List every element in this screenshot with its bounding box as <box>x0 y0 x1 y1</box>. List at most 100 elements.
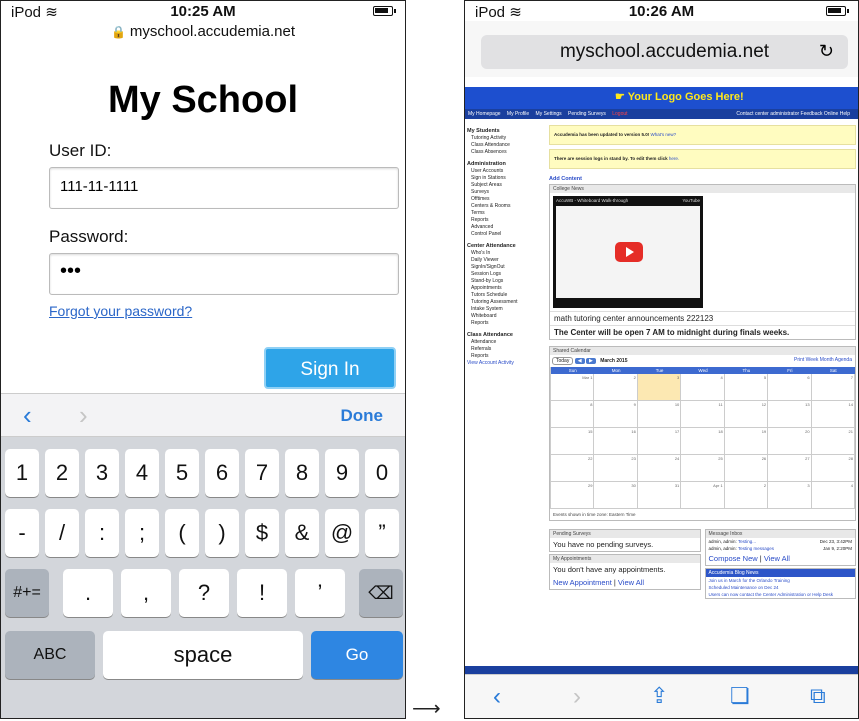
calendar-day[interactable]: 26 <box>724 455 769 482</box>
video-player[interactable]: AccuWB - Whiteboard Walk-through YouTube <box>553 196 703 308</box>
nav-my-settings[interactable]: My Settings <box>536 111 562 117</box>
calendar-day[interactable]: 28 <box>811 455 855 482</box>
sidebar-item[interactable]: Class Attendance <box>467 142 547 149</box>
calendar-day[interactable]: 4 <box>681 374 725 401</box>
sidebar-item[interactable]: Reports <box>467 217 547 224</box>
calendar-day[interactable]: 31 <box>637 482 682 509</box>
sidebar-item[interactable]: SignIn/SignOut <box>467 264 547 271</box>
address-bar[interactable]: 🔒 myschool.accudemia.net <box>1 21 405 45</box>
key-punct-1[interactable]: , <box>121 569 171 617</box>
key-sym-1[interactable]: / <box>45 509 79 557</box>
view-all-appointments-link[interactable]: View All <box>618 578 644 587</box>
message-row[interactable]: admin, admin: Testing... Dec 23, 3:42PM <box>706 538 856 545</box>
calendar-day[interactable]: 4 <box>811 482 855 509</box>
sidebar-item[interactable]: Referrals <box>467 346 547 353</box>
add-content-link[interactable]: Add Content <box>549 176 856 182</box>
nav-pending-surveys[interactable]: Pending Surveys <box>568 111 606 117</box>
key-sym-7[interactable]: & <box>285 509 319 557</box>
message-row[interactable]: admin, admin: Testing messages Jan 9, 2:… <box>706 545 856 552</box>
key-sym-2[interactable]: : <box>85 509 119 557</box>
calendar-day[interactable]: 17 <box>637 428 682 455</box>
logout-link[interactable]: Logout <box>612 111 627 117</box>
calendar-day[interactable]: 7 <box>811 374 855 401</box>
calendar-day[interactable]: 6 <box>768 374 812 401</box>
calendar-day[interactable]: 2 <box>724 482 769 509</box>
key-sym-5[interactable]: ) <box>205 509 239 557</box>
view-account-activity-link[interactable]: View Account Activity <box>467 360 514 366</box>
key-space[interactable]: space <box>103 631 303 679</box>
calendar-day[interactable]: 20 <box>768 428 812 455</box>
chevron-left-icon[interactable]: ‹ <box>23 400 32 431</box>
sidebar-item[interactable]: Appointments <box>467 285 547 292</box>
calendar-day[interactable]: 5 <box>724 374 769 401</box>
sidebar-item[interactable]: Offtimes <box>467 196 547 203</box>
sidebar-item[interactable]: Tutoring Activity <box>467 135 547 142</box>
key-5[interactable]: 6 <box>205 449 239 497</box>
key-0[interactable]: 1 <box>5 449 39 497</box>
sidebar-item[interactable]: Control Panel <box>467 231 547 238</box>
blog-item[interactable]: Join us in March for the Orlando Trainin… <box>706 577 856 584</box>
sidebar-item[interactable]: Sign in Stations <box>467 175 547 182</box>
calendar-day[interactable]: 25 <box>681 455 725 482</box>
key-go[interactable]: Go <box>311 631 403 679</box>
nav-my-homepage[interactable]: My Homepage <box>468 111 501 117</box>
sidebar-item[interactable]: Surveys <box>467 189 547 196</box>
sidebar-item[interactable]: Centers & Rooms <box>467 203 547 210</box>
calendar-day[interactable]: 15 <box>551 428 595 455</box>
today-button[interactable]: Today <box>552 357 574 365</box>
new-appointment-link[interactable]: New Appointment <box>553 578 612 587</box>
compose-new-link[interactable]: Compose New <box>709 554 758 563</box>
view-all-messages-link[interactable]: View All <box>764 554 790 563</box>
reload-icon[interactable]: ↻ <box>819 41 834 62</box>
calendar-day[interactable]: 8 <box>551 401 595 428</box>
calendar-day[interactable]: 24 <box>637 455 682 482</box>
sidebar-item[interactable]: Attendance <box>467 339 547 346</box>
play-icon[interactable] <box>615 242 643 262</box>
key-6[interactable]: 7 <box>245 449 279 497</box>
key-sym-9[interactable]: ” <box>365 509 399 557</box>
key-9[interactable]: 0 <box>365 449 399 497</box>
user-id-input[interactable]: 111-11-1111 <box>49 167 399 209</box>
key-8[interactable]: 9 <box>325 449 359 497</box>
whats-new-link[interactable]: What's new? <box>651 132 677 137</box>
key-7[interactable]: 8 <box>285 449 319 497</box>
calendar-day[interactable]: 22 <box>551 455 595 482</box>
key-punct-4[interactable]: ’ <box>295 569 345 617</box>
calendar-view-links[interactable]: Print Week Month Agenda <box>794 357 852 363</box>
sidebar-item[interactable]: Class Absences <box>467 149 547 156</box>
key-sym-4[interactable]: ( <box>165 509 199 557</box>
key-2[interactable]: 3 <box>85 449 119 497</box>
key-sym-6[interactable]: $ <box>245 509 279 557</box>
nav-right-links[interactable]: Contact center administrator Feedback On… <box>736 111 850 117</box>
back-icon[interactable]: ‹ <box>493 683 501 711</box>
key-more-symbols[interactable]: #+= <box>5 569 49 617</box>
blog-item[interactable]: Scheduled Maintenance on Dec 24 <box>706 584 856 591</box>
calendar-day[interactable]: Mar 1 <box>551 374 595 401</box>
key-sym-8[interactable]: @ <box>325 509 359 557</box>
calendar-day[interactable]: 11 <box>681 401 725 428</box>
blog-item[interactable]: Users can now contact the Center Adminis… <box>706 591 856 598</box>
calendar-day[interactable]: 16 <box>594 428 638 455</box>
calendar-day[interactable]: 29 <box>551 482 595 509</box>
edit-here-link[interactable]: here. <box>669 156 679 161</box>
sidebar-item[interactable]: Session Logs <box>467 271 547 278</box>
tabs-icon[interactable]: ⧉ <box>810 683 826 709</box>
sidebar-item[interactable]: Who's In <box>467 250 547 257</box>
address-bar[interactable]: myschool.accudemia.net <box>481 35 848 69</box>
sidebar-item[interactable]: Stand-by Logs <box>467 278 547 285</box>
sidebar-item[interactable]: Advanced <box>467 224 547 231</box>
sidebar-item[interactable]: Terms <box>467 210 547 217</box>
sidebar-item[interactable]: Intake System <box>467 306 547 313</box>
key-3[interactable]: 4 <box>125 449 159 497</box>
forward-icon[interactable]: › <box>573 683 581 711</box>
forgot-password-link[interactable]: Forgot your password? <box>49 303 192 319</box>
calendar-day[interactable]: 23 <box>594 455 638 482</box>
calendar-day[interactable]: 27 <box>768 455 812 482</box>
sidebar-item[interactable]: Daily Viewer <box>467 257 547 264</box>
calendar-day[interactable]: 19 <box>724 428 769 455</box>
calendar-day[interactable]: 18 <box>681 428 725 455</box>
sidebar-item[interactable]: Reports <box>467 353 547 360</box>
password-input[interactable]: ••• <box>49 253 399 295</box>
calendar-day[interactable]: 10 <box>637 401 682 428</box>
calendar-day[interactable]: 2 <box>594 374 638 401</box>
